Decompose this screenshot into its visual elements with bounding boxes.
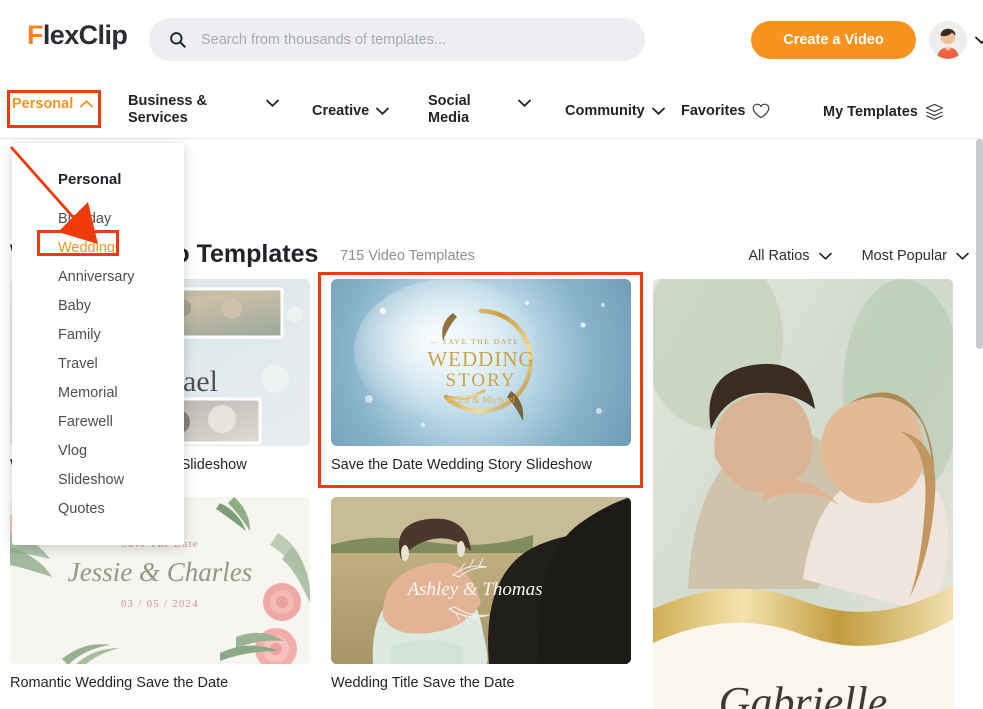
dropdown-item-memorial[interactable]: Memorial bbox=[12, 378, 184, 407]
svg-text:— SAVE THE DATE —: — SAVE THE DATE — bbox=[429, 337, 532, 346]
template-thumbnail[interactable]: Ashley & Thomas bbox=[331, 497, 631, 664]
nav-item-favorites[interactable]: Favorites bbox=[681, 103, 770, 120]
logo-text: lexClip bbox=[42, 20, 128, 50]
svg-text:Erica & Michael: Erica & Michael bbox=[446, 395, 515, 406]
nav-item-community-label: Community bbox=[565, 103, 645, 119]
svg-text:STORY: STORY bbox=[446, 370, 517, 391]
flexclip-logo[interactable]: FlexClip bbox=[27, 20, 128, 50]
nav-item-personal-label: Personal bbox=[12, 96, 74, 112]
dropdown-item-anniversary[interactable]: Anniversary bbox=[12, 262, 184, 291]
account-menu[interactable] bbox=[929, 21, 983, 59]
chevron-down-icon bbox=[266, 99, 279, 107]
nav-item-favorites-label: Favorites bbox=[681, 103, 746, 119]
dropdown-item-baby[interactable]: Baby bbox=[12, 291, 184, 320]
wedding-title-art: Ashley & Thomas bbox=[331, 497, 631, 664]
sort-filter-dropdown[interactable]: Most Popular bbox=[862, 248, 969, 264]
dropdown-item-family[interactable]: Family bbox=[12, 320, 184, 349]
template-count: 715 Video Templates bbox=[340, 248, 475, 264]
nav-item-community[interactable]: Community bbox=[565, 103, 665, 120]
chevron-down-icon bbox=[518, 99, 531, 107]
ratio-filter-dropdown[interactable]: All Ratios bbox=[748, 248, 832, 264]
personal-category-dropdown: Personal Birthday Wedding Anniversary Ba… bbox=[12, 143, 184, 545]
template-card-wedding-story[interactable]: — SAVE THE DATE — WEDDING STORY Erica & … bbox=[331, 279, 631, 473]
site-header: FlexClip Create a Video bbox=[0, 0, 983, 82]
template-card[interactable]: Gabrielle AND John bbox=[653, 279, 953, 709]
chevron-down-icon bbox=[818, 252, 832, 260]
template-card-title: Wedding Title Save the Date bbox=[331, 675, 515, 691]
template-card-title: Romantic Wedding Save the Date bbox=[10, 675, 229, 691]
flexclip-template-browser: FlexClip Create a Video bbox=[0, 0, 983, 709]
nav-item-business-services[interactable]: Business & Services bbox=[128, 93, 279, 126]
nav-item-business-services-label: Business & Services bbox=[128, 93, 207, 126]
nav-item-social-media-label: Social Media bbox=[428, 93, 471, 126]
avatar[interactable] bbox=[929, 21, 967, 59]
dropdown-item-travel[interactable]: Travel bbox=[12, 349, 184, 378]
search-input[interactable] bbox=[201, 31, 601, 48]
filter-bar: All Ratios Most Popular bbox=[748, 248, 969, 264]
nav-item-social-media[interactable]: Social Media bbox=[428, 93, 531, 126]
dropdown-item-birthday[interactable]: Birthday bbox=[12, 204, 184, 233]
scrollbar-thumb[interactable] bbox=[976, 139, 983, 349]
chevron-down-icon[interactable] bbox=[975, 36, 983, 44]
svg-text:03 / 05 / 2024: 03 / 05 / 2024 bbox=[121, 599, 199, 610]
page-scrollbar[interactable] bbox=[976, 139, 983, 709]
thumbnail-art: — SAVE THE DATE — WEDDING STORY Erica & … bbox=[331, 279, 631, 446]
wedding-story-art: — SAVE THE DATE — WEDDING STORY Erica & … bbox=[354, 279, 605, 428]
couple-portrait-art: Gabrielle AND John bbox=[653, 279, 953, 709]
search-icon bbox=[170, 32, 186, 48]
layers-icon bbox=[925, 103, 944, 120]
template-card-title: Save the Date Wedding Story Slideshow bbox=[331, 457, 592, 473]
svg-text:WEDDING: WEDDING bbox=[427, 347, 534, 371]
user-avatar-icon bbox=[929, 21, 967, 59]
dropdown-item-quotes[interactable]: Quotes bbox=[12, 494, 184, 523]
nav-item-my-templates-label: My Templates bbox=[823, 103, 918, 120]
template-thumbnail[interactable]: — SAVE THE DATE — WEDDING STORY Erica & … bbox=[331, 279, 631, 446]
chevron-down-icon bbox=[376, 107, 390, 116]
sort-filter-label: Most Popular bbox=[861, 248, 947, 264]
nav-item-my-templates[interactable]: My Templates bbox=[823, 103, 944, 121]
thumbnail-art: Ashley & Thomas bbox=[331, 497, 631, 664]
template-thumbnail[interactable]: Gabrielle AND John bbox=[653, 279, 953, 709]
chevron-down-icon bbox=[956, 252, 969, 260]
dropdown-item-farewell[interactable]: Farewell bbox=[12, 407, 184, 436]
nav-item-creative-label: Creative bbox=[312, 103, 370, 119]
dropdown-title: Personal bbox=[58, 171, 122, 188]
ratio-filter-label: All Ratios bbox=[748, 248, 810, 264]
template-card[interactable]: Ashley & Thomas Wedding Title Save the D… bbox=[331, 497, 631, 691]
search-bar[interactable] bbox=[149, 18, 645, 61]
create-a-video-button[interactable]: Create a Video bbox=[751, 21, 916, 59]
nav-item-personal[interactable]: Personal bbox=[12, 96, 94, 113]
svg-text:Jessie & Charles: Jessie & Charles bbox=[68, 557, 252, 587]
dropdown-item-wedding[interactable]: Wedding bbox=[12, 233, 184, 262]
chevron-down-icon bbox=[651, 107, 665, 116]
svg-text:Gabrielle: Gabrielle bbox=[719, 678, 888, 709]
nav-item-creative[interactable]: Creative bbox=[312, 103, 390, 120]
dropdown-item-slideshow[interactable]: Slideshow bbox=[12, 465, 184, 494]
svg-text:Ashley & Thomas: Ashley & Thomas bbox=[405, 579, 542, 600]
logo-f-mark: F bbox=[27, 20, 44, 50]
thumbnail-art: Gabrielle AND John bbox=[653, 279, 953, 709]
chevron-up-icon bbox=[80, 100, 94, 108]
heart-icon bbox=[753, 103, 770, 119]
dropdown-item-vlog[interactable]: Vlog bbox=[12, 436, 184, 465]
